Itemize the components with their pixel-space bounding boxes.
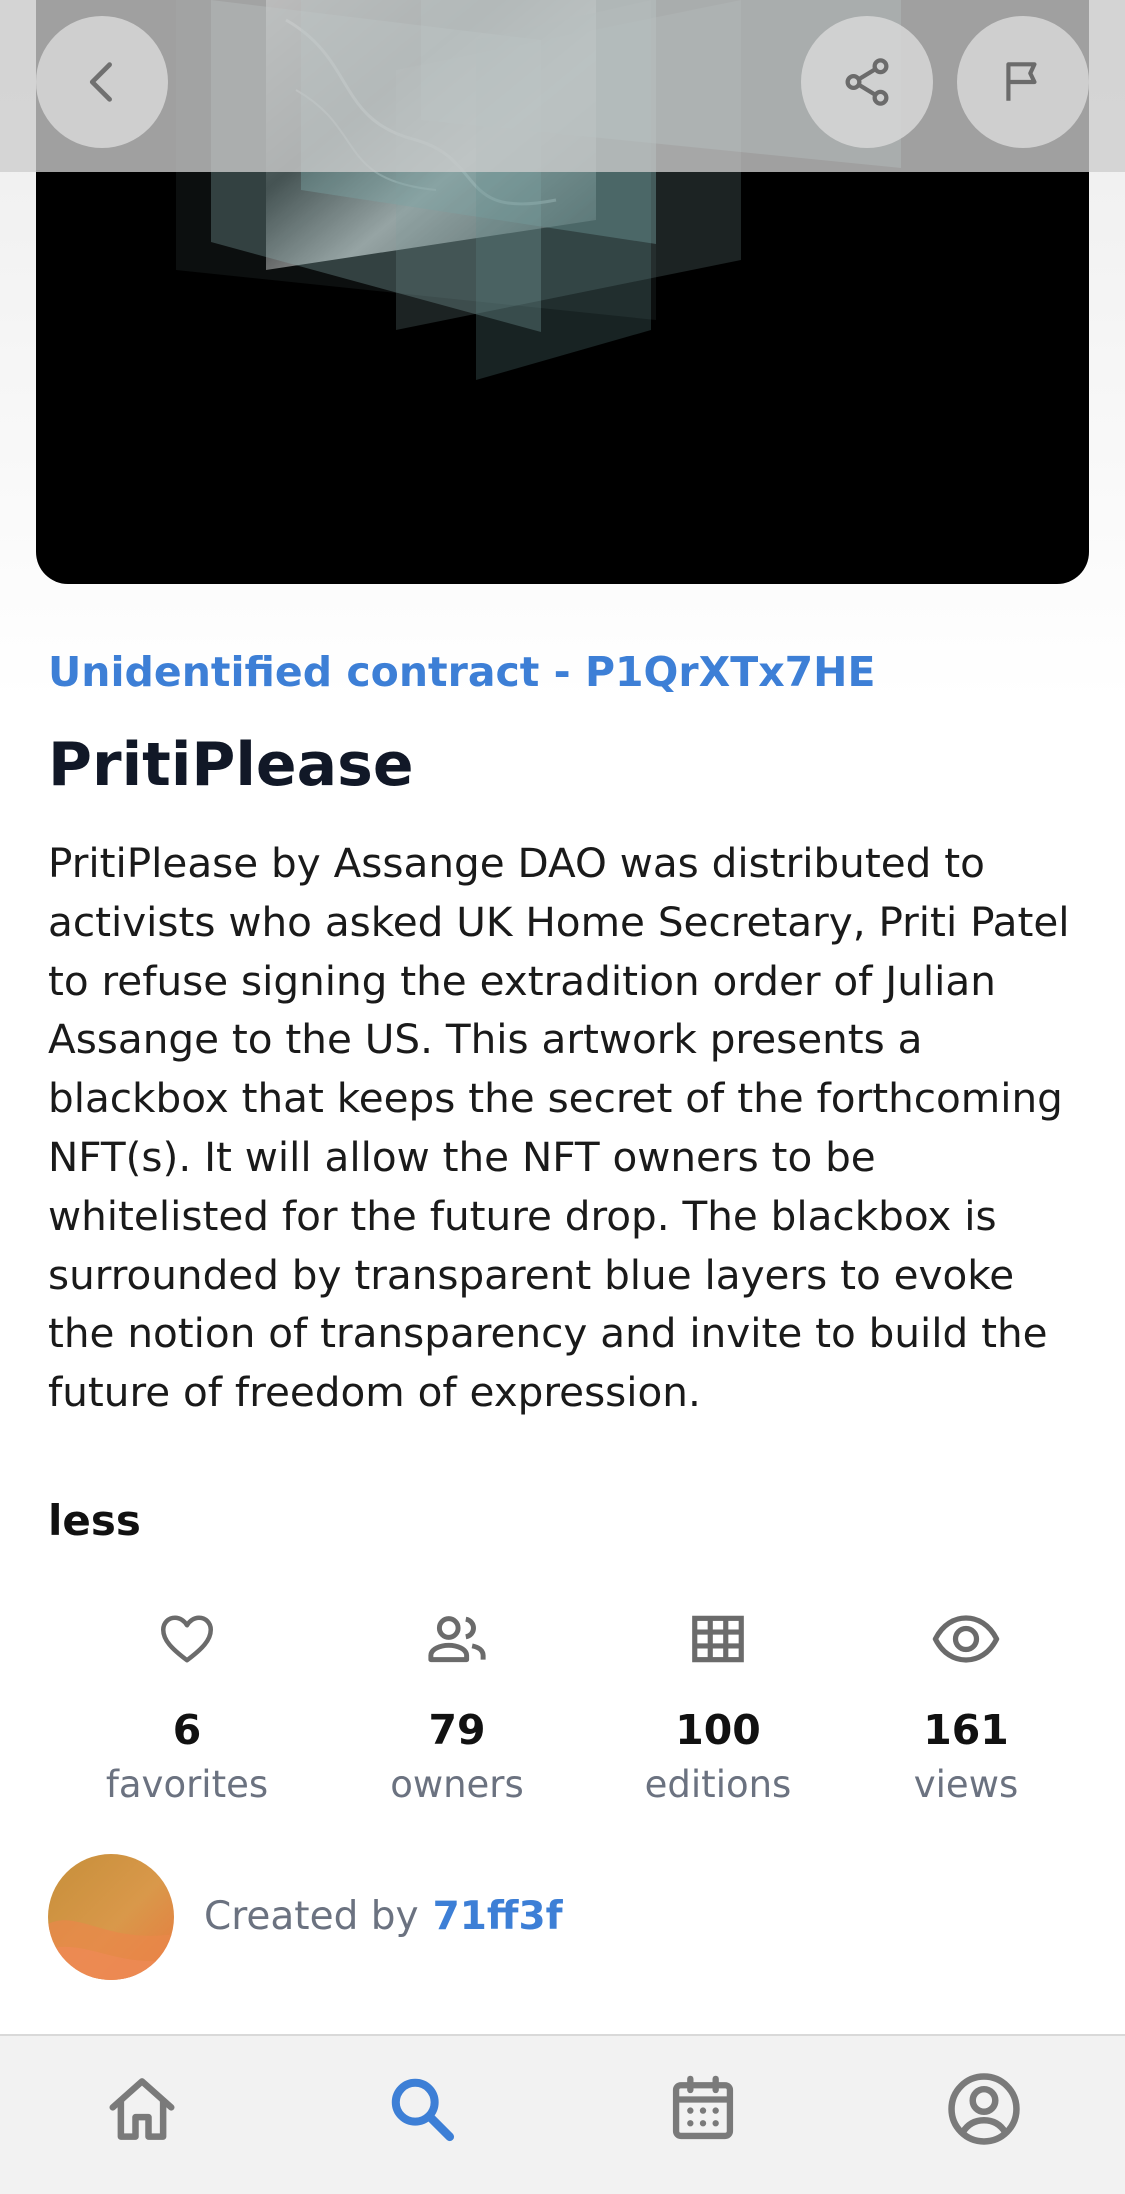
owners-count: 79: [428, 1706, 486, 1754]
heart-icon: [161, 1615, 213, 1663]
creator-username-link[interactable]: 71ff3f: [433, 1894, 563, 1939]
calendar-icon: [672, 2075, 734, 2140]
editions-label: editions: [644, 1763, 792, 1806]
nav-search[interactable]: [367, 2054, 477, 2164]
share-icon: [845, 58, 889, 106]
created-by-label: Created by: [204, 1894, 419, 1939]
report-button[interactable]: [957, 16, 1089, 148]
back-button[interactable]: [36, 16, 168, 148]
grid-icon: [692, 1615, 744, 1663]
views-count: 161: [923, 1706, 1009, 1754]
favorites-label: favorites: [105, 1763, 269, 1806]
profile-icon: [948, 2073, 1020, 2145]
share-button[interactable]: [801, 16, 933, 148]
contract-link[interactable]: Unidentified contract - P1QrXTx7HE: [48, 648, 876, 696]
eye-icon: [932, 1615, 1000, 1663]
owners-label: owners: [390, 1763, 524, 1806]
stat-editions[interactable]: 100 editions: [598, 1606, 838, 1808]
created-by: Created by 71ff3f: [204, 1894, 563, 1939]
creator-avatar[interactable]: [48, 1854, 174, 1980]
nav-calendar[interactable]: [648, 2054, 758, 2164]
show-less-button[interactable]: less: [48, 1496, 141, 1545]
editions-count: 100: [675, 1706, 761, 1754]
flag-icon: [1006, 62, 1037, 101]
nav-profile[interactable]: [929, 2054, 1039, 2164]
stat-owners[interactable]: 79 owners: [337, 1606, 577, 1808]
search-icon: [391, 2078, 455, 2142]
nft-description: PritiPlease by Assange DAO was distribut…: [48, 839, 1070, 1417]
stat-favorites[interactable]: 6 favorites: [67, 1606, 307, 1808]
avatar-image: [48, 1854, 174, 1980]
stat-views[interactable]: 161 views: [846, 1606, 1086, 1808]
chevron-left-icon: [89, 62, 112, 102]
nft-title: PritiPlease: [48, 730, 414, 800]
header-bar: [0, 0, 1125, 172]
favorites-count: 6: [172, 1706, 202, 1754]
views-label: views: [913, 1763, 1019, 1806]
nav-home[interactable]: [87, 2054, 197, 2164]
home-icon: [109, 2078, 175, 2140]
people-icon: [428, 1616, 486, 1663]
bottom-navigation: [0, 2034, 1125, 2194]
